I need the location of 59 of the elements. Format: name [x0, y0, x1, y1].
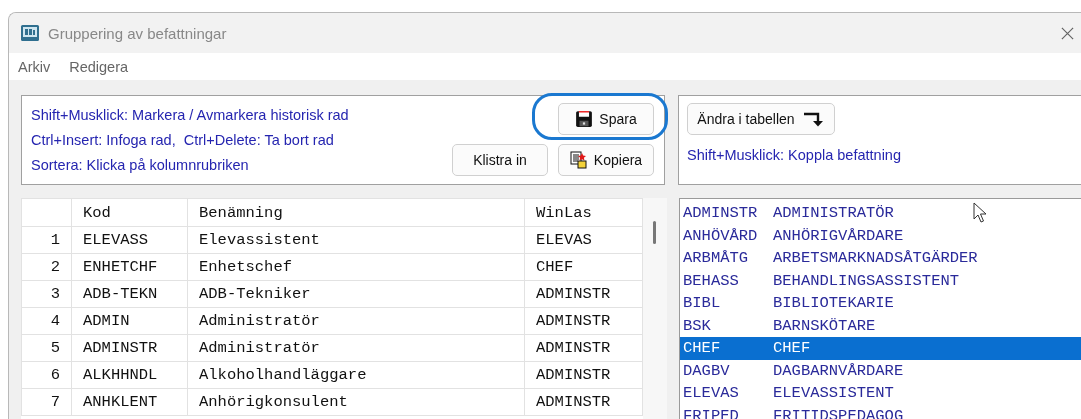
list-item[interactable]: FRIPED FRITIDSPEDAGOG — [680, 404, 1081, 419]
table-cell: ELEVASS — [71, 226, 188, 254]
copy-button[interactable]: Kopiera — [558, 144, 654, 176]
edit-table-button[interactable]: Ändra i tabellen — [687, 103, 835, 135]
table-cell: ADMINSTR — [524, 307, 643, 335]
table-cell: Anhörigkonsulent — [187, 388, 525, 416]
row-number: 6 — [21, 361, 72, 389]
save-button[interactable]: Spara — [558, 103, 654, 135]
table-cell: ADMINSTR — [524, 388, 643, 416]
table-cell: Administratör — [187, 307, 525, 335]
row-number: 1 — [21, 226, 72, 254]
list-item[interactable]: CHEF CHEF — [680, 337, 1081, 360]
table-cell: ANHKLENT — [71, 388, 188, 416]
table-cell: ADB-TEKN — [71, 280, 188, 308]
help-text: Shift+Musklick: Markera / Avmarkera historisk rad — [31, 106, 350, 125]
list-item[interactable]: ARBMÅTG ARBETSMARKNADSÅTGÄRDER — [680, 247, 1081, 270]
table-cell: ALKHHNDL — [71, 361, 188, 389]
table-cell: ENHETCHF — [71, 253, 188, 281]
list-item[interactable]: DAGBV DAGBARNVÅRDARE — [680, 359, 1081, 382]
list-item[interactable]: ELEVAS ELEVASSISTENT — [680, 382, 1081, 405]
pointer-icon — [973, 202, 987, 224]
row-number: 3 — [21, 280, 72, 308]
table-cell: ADMINSTR — [71, 334, 188, 362]
column-header[interactable]: WinLas — [524, 198, 643, 227]
row-number: 2 — [21, 253, 72, 281]
scrollbar[interactable] — [643, 198, 667, 419]
row-number: 4 — [21, 307, 72, 335]
table-cell: ADMIN — [71, 307, 188, 335]
return-arrow-icon — [802, 111, 825, 127]
paste-button[interactable]: Klistra in — [452, 144, 548, 176]
table-cell: ADB-Tekniker — [187, 280, 525, 308]
hint-text: Shift+Musklick: Koppla befattning — [687, 147, 901, 163]
list-item[interactable]: BSK BARNSKÖTARE — [680, 314, 1081, 337]
list-item[interactable]: ANHÖVÅRD ANHÖRIGVÅRDARE — [680, 224, 1081, 247]
app-icon — [20, 23, 40, 43]
close-icon[interactable] — [1060, 25, 1075, 41]
table-cell: Alkoholhandläggare — [187, 361, 525, 389]
list-item[interactable]: ADMINSTR ADMINISTRATÖR — [680, 202, 1081, 225]
column-header[interactable]: Kod — [71, 198, 188, 227]
table-cell: Administratör — [187, 334, 525, 362]
table-cell: ADMINSTR — [524, 361, 643, 389]
list-item[interactable]: BEHASS BEHANDLINGSASSISTENT — [680, 269, 1081, 292]
menu-item[interactable]: Redigera — [69, 58, 129, 75]
table-cell: Elevassistent — [187, 226, 525, 254]
row-number: 5 — [21, 334, 72, 362]
table-cell: Enhetschef — [187, 253, 525, 281]
table-cell: ADMINSTR — [524, 334, 643, 362]
help-text: Ctrl+Insert: Infoga rad, Ctrl+Delete: Ta bort rad — [31, 131, 335, 150]
column-header[interactable]: Benämning — [187, 198, 525, 227]
copy-icon — [569, 151, 588, 169]
list-item[interactable]: BIBL BIBLIOTEKARIE — [680, 292, 1081, 315]
table-cell: ELEVAS — [524, 226, 643, 254]
table-cell: CHEF — [524, 253, 643, 281]
scrollbar-thumb[interactable] — [653, 221, 656, 244]
window-title: Gruppering av befattningar — [48, 24, 228, 42]
row-number: 7 — [21, 388, 72, 416]
table-cell: ADMINSTR — [524, 280, 643, 308]
menu-item[interactable]: Arkiv — [18, 58, 51, 75]
help-text: Sortera: Klicka på kolumnrubriken — [31, 156, 250, 175]
